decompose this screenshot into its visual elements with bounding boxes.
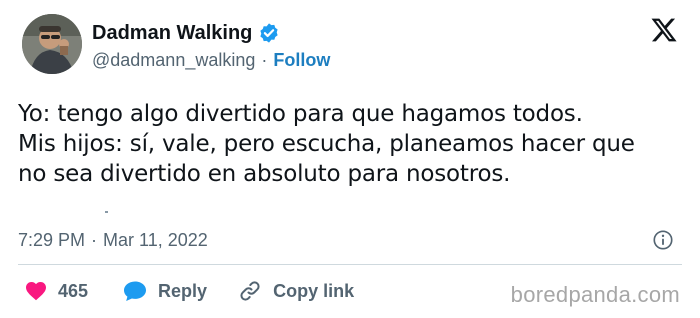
tweet-text-line: no sea divertido en absoluto para nosotr… bbox=[18, 161, 511, 187]
avatar[interactable] bbox=[22, 14, 82, 74]
tweet-text-line: Mis hijos: sí, vale, pero escucha, plane… bbox=[18, 131, 635, 157]
verified-badge-icon bbox=[258, 22, 280, 44]
x-logo-icon[interactable] bbox=[650, 16, 678, 44]
tweet-card: Dadman Walking @dadmann_walking · Follow… bbox=[0, 0, 700, 318]
timestamp-separator: · bbox=[91, 230, 98, 250]
divider bbox=[18, 264, 682, 265]
copy-link-button[interactable]: Copy link bbox=[237, 279, 354, 303]
tweet-text: Yo: tengo algo divertido para que hagamo… bbox=[18, 99, 688, 189]
like-count: 465 bbox=[58, 280, 89, 301]
reply-button[interactable]: Reply bbox=[122, 279, 207, 303]
copy-link-label: Copy link bbox=[273, 280, 355, 301]
tweet-date: Mar 11, 2022 bbox=[103, 230, 208, 250]
action-bar: 465 Reply Copy link bbox=[24, 276, 354, 306]
tweet-text-line: Yo: tengo algo divertido para que hagamo… bbox=[18, 101, 583, 127]
tweet-timestamp[interactable]: 7:29 PM · Mar 11, 2022 bbox=[18, 228, 208, 252]
avatar-photo bbox=[22, 14, 82, 74]
tweet-time: 7:29 PM bbox=[18, 230, 86, 250]
info-icon[interactable] bbox=[652, 229, 674, 251]
author-display-name[interactable]: Dadman Walking bbox=[92, 20, 252, 46]
author-name-row: Dadman Walking bbox=[92, 20, 280, 46]
artifact-mark bbox=[105, 211, 108, 213]
follow-button[interactable]: Follow bbox=[273, 48, 330, 72]
author-handle[interactable]: @dadmann_walking bbox=[92, 48, 255, 72]
handle-separator: · bbox=[261, 50, 268, 70]
watermark: boredpanda.com bbox=[510, 282, 680, 307]
author-handle-row: @dadmann_walking · Follow bbox=[92, 48, 330, 72]
like-button[interactable]: 465 bbox=[24, 279, 88, 303]
speech-bubble-icon bbox=[122, 279, 148, 303]
reply-label: Reply bbox=[158, 280, 208, 301]
heart-icon bbox=[24, 279, 48, 303]
link-icon bbox=[237, 279, 263, 303]
